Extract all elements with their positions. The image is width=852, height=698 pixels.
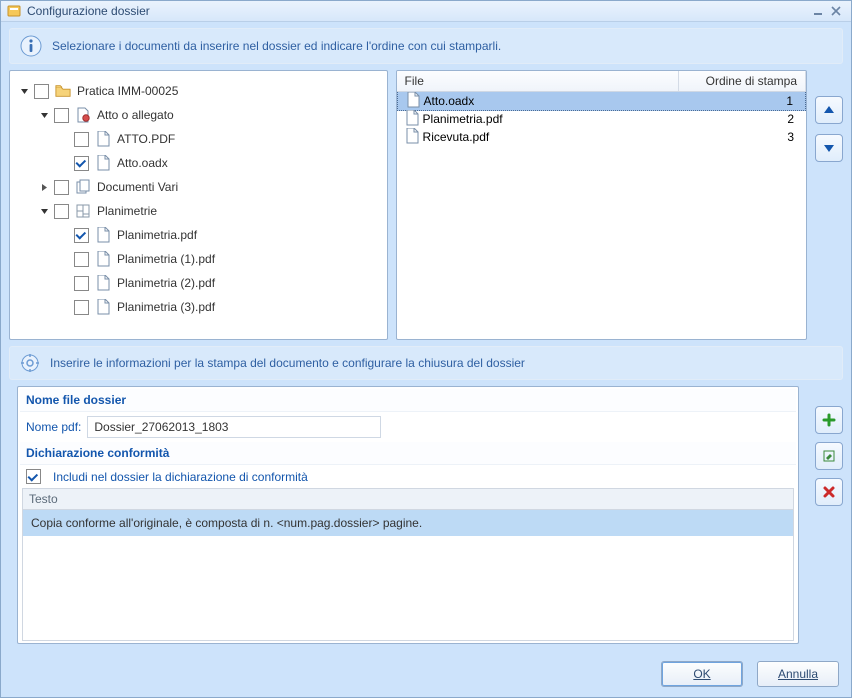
- tree-checkbox[interactable]: [54, 204, 69, 219]
- move-up-button[interactable]: [815, 96, 843, 124]
- info-text-mid: Inserire le informazioni per la stampa d…: [50, 356, 525, 370]
- expander-icon[interactable]: [38, 109, 50, 121]
- titlebar: Configurazione dossier: [1, 1, 851, 22]
- close-button[interactable]: [827, 4, 845, 18]
- tree-node-icon: [95, 251, 111, 267]
- tree-row[interactable]: ATTO.PDF: [58, 127, 383, 151]
- tree-node-icon: [95, 131, 111, 147]
- tree-node-icon: [95, 299, 111, 315]
- tree-node-label: Planimetria.pdf: [117, 228, 197, 242]
- tree-node-label: Atto.oadx: [117, 156, 168, 170]
- minimize-button[interactable]: [809, 4, 827, 18]
- gear-icon: [20, 353, 40, 373]
- expander-icon[interactable]: [38, 205, 50, 217]
- tree-row[interactable]: Pratica IMM-00025: [18, 79, 383, 103]
- tree-row[interactable]: Planimetria (3).pdf: [58, 295, 383, 319]
- decl-check-label: Includi nel dossier la dichiarazione di …: [53, 470, 308, 484]
- name-input[interactable]: [87, 416, 381, 438]
- footer: OK Annulla: [1, 653, 851, 697]
- info-text-top: Selezionare i documenti da inserire nel …: [52, 39, 501, 53]
- tree-row[interactable]: Atto.oadx: [58, 151, 383, 175]
- list-order-value: 2: [676, 112, 806, 126]
- ok-button[interactable]: OK: [661, 661, 743, 687]
- testo-header: Testo: [22, 488, 794, 510]
- list-file-name: Planimetria.pdf: [423, 112, 503, 126]
- reorder-buttons: [815, 70, 843, 340]
- list-row[interactable]: Atto.oadx 1: [397, 92, 806, 111]
- section-title-name: Nome file dossier: [20, 389, 796, 412]
- file-list-body: Atto.oadx 1 Planimetria.pdf 2 Ricevuta.pdf 3: [397, 92, 806, 339]
- list-file-name: Ricevuta.pdf: [423, 130, 490, 144]
- expander-icon[interactable]: [38, 181, 50, 193]
- main-split: Pratica IMM-00025 Atto o allegato ATTO.PDF…: [9, 70, 843, 340]
- tree-node-icon: [55, 83, 71, 99]
- tree-checkbox[interactable]: [74, 156, 89, 171]
- list-row[interactable]: Planimetria.pdf 2: [397, 110, 806, 128]
- col-header-file[interactable]: File: [397, 71, 679, 91]
- tree-node-label: Pratica IMM-00025: [77, 84, 178, 98]
- tree-node-label: Planimetria (1).pdf: [117, 252, 215, 266]
- tree-row[interactable]: Atto o allegato: [38, 103, 383, 127]
- tree-row[interactable]: Planimetria (2).pdf: [58, 271, 383, 295]
- edit-testo-button[interactable]: [815, 442, 843, 470]
- tree-node-label: Documenti Vari: [97, 180, 178, 194]
- tree-checkbox[interactable]: [54, 108, 69, 123]
- window-title: Configurazione dossier: [27, 4, 150, 18]
- list-order-value: 1: [675, 94, 805, 108]
- testo-block: Testo Copia conforme all'originale, è co…: [22, 488, 794, 641]
- list-file-name: Atto.oadx: [424, 94, 475, 108]
- tree-row[interactable]: Planimetria.pdf: [58, 223, 383, 247]
- name-label: Nome pdf:: [26, 420, 81, 434]
- tree-row[interactable]: Planimetrie: [38, 199, 383, 223]
- expander-icon[interactable]: [18, 85, 30, 97]
- tree-checkbox[interactable]: [54, 180, 69, 195]
- file-icon: [405, 128, 419, 147]
- file-list-panel: File Ordine di stampa Atto.oadx 1 Planimet…: [396, 70, 807, 340]
- tree-node-label: Planimetria (2).pdf: [117, 276, 215, 290]
- file-icon: [405, 110, 419, 129]
- testo-list[interactable]: Copia conforme all'originale, è composta…: [22, 510, 794, 641]
- tree-node-label: Planimetria (3).pdf: [117, 300, 215, 314]
- testo-side-buttons: [815, 380, 843, 644]
- move-down-button[interactable]: [815, 134, 843, 162]
- testo-row[interactable]: Copia conforme all'originale, è composta…: [23, 510, 793, 536]
- col-header-order[interactable]: Ordine di stampa: [679, 71, 806, 91]
- info-icon: [20, 35, 42, 57]
- tree-checkbox[interactable]: [74, 252, 89, 267]
- tree-checkbox[interactable]: [74, 276, 89, 291]
- lower-area: Nome file dossier Nome pdf: Dichiarazion…: [9, 380, 843, 644]
- tree-node-icon: [75, 203, 91, 219]
- tree-row[interactable]: Planimetria (1).pdf: [58, 247, 383, 271]
- config-section: Nome file dossier Nome pdf: Dichiarazion…: [17, 386, 799, 644]
- file-list-header: File Ordine di stampa: [397, 71, 806, 92]
- info-strip-top: Selezionare i documenti da inserire nel …: [9, 28, 843, 64]
- list-order-value: 3: [676, 130, 806, 144]
- list-row[interactable]: Ricevuta.pdf 3: [397, 128, 806, 146]
- file-icon: [406, 92, 420, 111]
- info-strip-mid: Inserire le informazioni per la stampa d…: [9, 346, 843, 380]
- decl-checkbox[interactable]: [26, 469, 41, 484]
- decl-check-row: Includi nel dossier la dichiarazione di …: [20, 465, 796, 488]
- name-row: Nome pdf:: [20, 412, 796, 442]
- tree-node-label: ATTO.PDF: [117, 132, 175, 146]
- tree-row[interactable]: Documenti Vari: [38, 175, 383, 199]
- tree-node-icon: [95, 275, 111, 291]
- tree-node-icon: [95, 227, 111, 243]
- section-title-decl: Dichiarazione conformità: [20, 442, 796, 465]
- tree-node-label: Atto o allegato: [97, 108, 174, 122]
- tree-checkbox[interactable]: [74, 132, 89, 147]
- tree-node-icon: [95, 155, 111, 171]
- tree-checkbox[interactable]: [74, 300, 89, 315]
- add-testo-button[interactable]: [815, 406, 843, 434]
- tree-panel: Pratica IMM-00025 Atto o allegato ATTO.PDF…: [9, 70, 388, 340]
- tree-node-icon: [75, 107, 91, 123]
- tree-checkbox[interactable]: [74, 228, 89, 243]
- app-icon: [7, 4, 21, 18]
- tree-checkbox[interactable]: [34, 84, 49, 99]
- delete-testo-button[interactable]: [815, 478, 843, 506]
- cancel-button[interactable]: Annulla: [757, 661, 839, 687]
- tree-node-label: Planimetrie: [97, 204, 157, 218]
- window: Configurazione dossier Selezionare i doc…: [0, 0, 852, 698]
- tree-node-icon: [75, 179, 91, 195]
